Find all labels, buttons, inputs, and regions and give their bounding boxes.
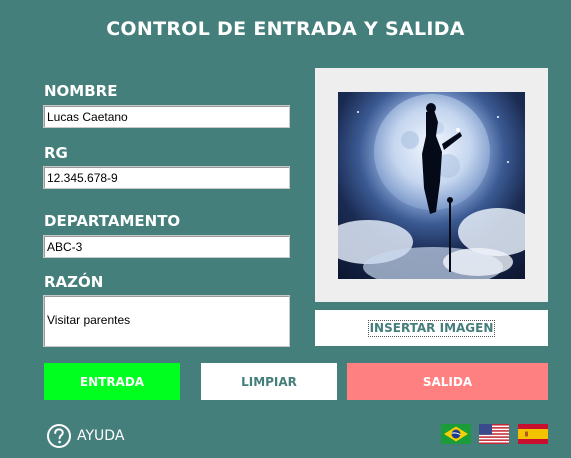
question-circle-icon (47, 424, 71, 448)
rg-label: RG (44, 144, 68, 162)
nombre-label: NOMBRE (44, 82, 118, 100)
help-label: AYUDA (77, 428, 125, 444)
razon-field[interactable]: Visitar parentes (43, 295, 290, 347)
razon-label: RAZÓN (44, 273, 104, 291)
usa-flag-icon[interactable] (479, 424, 509, 444)
salida-button[interactable]: SALIDA (347, 363, 548, 400)
brazil-flag-icon[interactable] (441, 424, 471, 444)
photo-frame (315, 68, 548, 302)
moon-silhouette-image (338, 94, 525, 279)
rg-field[interactable] (43, 166, 290, 189)
insert-image-label: INSERTAR IMAGEN (367, 319, 496, 337)
departamento-label: DEPARTAMENTO (44, 212, 181, 230)
departamento-field[interactable] (43, 235, 290, 258)
profile-photo (338, 92, 525, 279)
insert-image-button[interactable]: INSERTAR IMAGEN (315, 310, 548, 346)
help-button[interactable]: AYUDA (46, 423, 124, 449)
spain-flag-icon[interactable] (518, 424, 548, 444)
entrada-button[interactable]: ENTRADA (44, 363, 180, 400)
nombre-field[interactable] (43, 105, 290, 128)
page-title: CONTROL DE ENTRADA Y SALIDA (106, 18, 465, 40)
limpiar-button[interactable]: LIMPIAR (201, 363, 337, 400)
